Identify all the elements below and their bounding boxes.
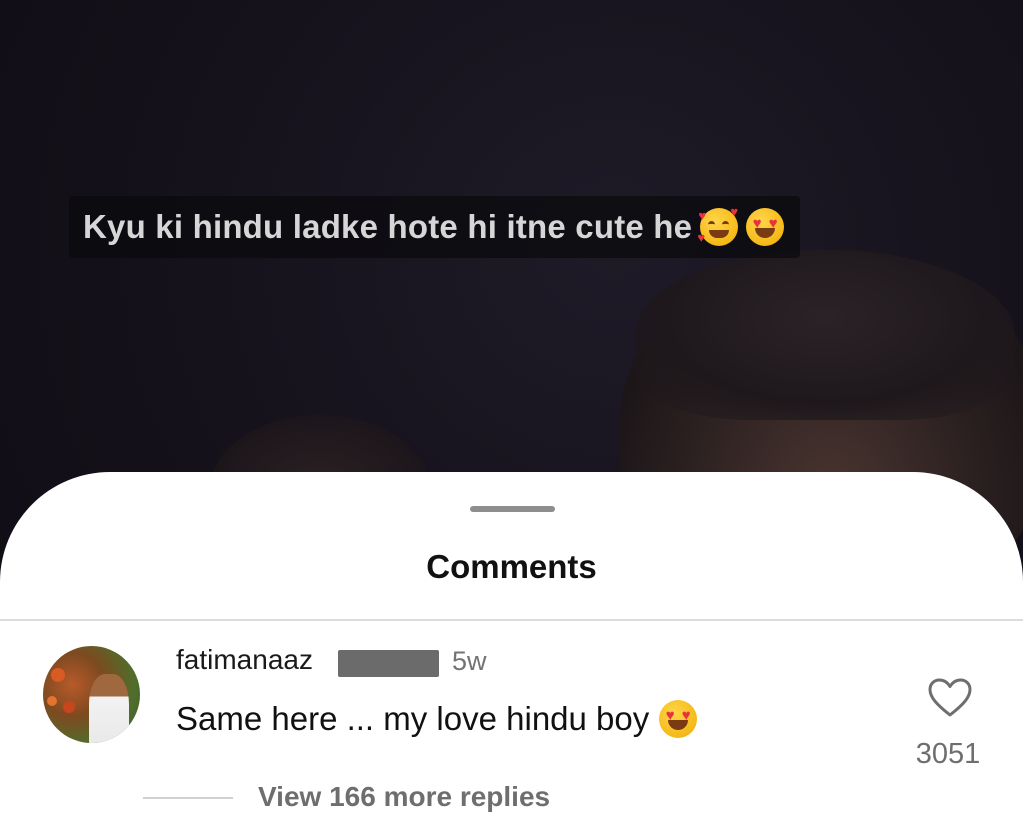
comments-title: Comments	[426, 548, 597, 585]
like-count: 3051	[915, 738, 981, 770]
heart-eyes-emoji-icon: ♥ ♥	[746, 208, 785, 246]
smiling-face-with-hearts-emoji-icon: ♥ ♥ ♥	[697, 204, 739, 246]
comment-body: Same here ... my love hindu boy ♥ ♥	[176, 700, 698, 738]
heart-outline-icon[interactable]	[928, 678, 972, 718]
video-frame[interactable]: Kyu ki hindu ladke hote hi itne cute he …	[0, 0, 1023, 610]
replies-divider-line	[143, 797, 233, 799]
username-redaction-block	[338, 650, 439, 677]
sheet-drag-handle[interactable]	[470, 506, 555, 512]
video-caption-overlay: Kyu ki hindu ladke hote hi itne cute he …	[69, 196, 801, 258]
video-caption-text: Kyu ki hindu ladke hote hi itne cute he	[83, 208, 693, 245]
comment-timestamp: 5w	[452, 646, 487, 676]
video-person-hair-right	[635, 250, 1015, 420]
header-divider	[0, 619, 1023, 621]
comment-text: Same here ... my love hindu boy	[176, 700, 650, 737]
commenter-username[interactable]: fatimanaaz	[176, 644, 313, 676]
commenter-avatar[interactable]	[43, 646, 140, 743]
comments-sheet: Comments fatimanaaz 5w Same here ... my …	[0, 472, 1023, 837]
reel-comments-screen: Kyu ki hindu ladke hote hi itne cute he …	[0, 0, 1023, 837]
view-more-replies-link[interactable]: View 166 more replies	[258, 781, 550, 813]
heart-eyes-emoji-icon: ♥ ♥	[659, 700, 698, 738]
